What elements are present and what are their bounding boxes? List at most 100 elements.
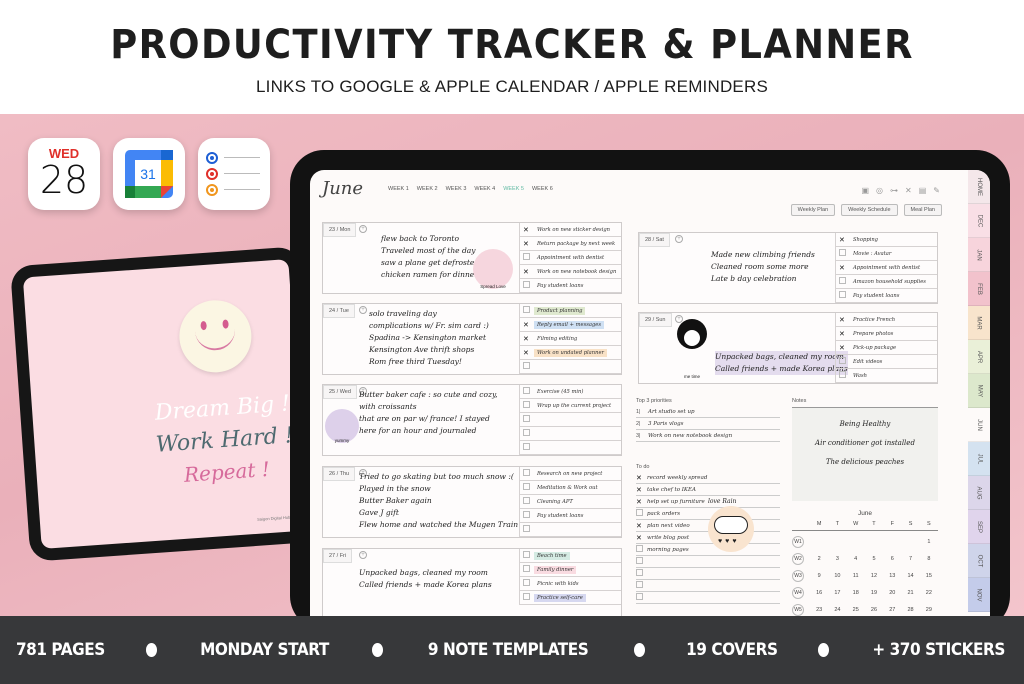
journal-entry[interactable]: Unpacked bags, cleaned my room Called fri… [359,567,492,591]
calendar-day[interactable]: 3 [828,556,846,565]
task-item[interactable] [519,441,621,455]
google-calendar-icon[interactable]: 31 [113,138,185,210]
tab-home[interactable]: HOME [968,170,990,204]
checked-x-icon[interactable]: ✕ [523,335,531,343]
calendar-day[interactable]: 21 [901,590,919,599]
checkbox-icon[interactable] [523,593,531,602]
calendar-day[interactable]: 1 [920,539,938,548]
week-tab[interactable]: WEEK 6 [532,186,553,192]
calendar-day[interactable]: 17 [828,590,846,599]
checkbox-icon[interactable] [839,357,847,366]
task-item[interactable]: ✕ Shopping [835,233,937,247]
journal-entry[interactable]: Unpacked bags, cleaned my room Called fri… [715,351,848,375]
task-item[interactable]: Research on new project [519,467,621,481]
calendar-day[interactable]: 23 [810,607,828,616]
tab-mar[interactable]: MAR [968,306,990,340]
calendar-day[interactable]: 7 [901,556,919,565]
task-item[interactable]: Amazon household supplies [835,275,937,289]
dumbbell-icon[interactable]: ⊶ [890,186,898,195]
checked-x-icon[interactable]: ✕ [636,522,644,530]
journal-entry[interactable]: flew back to Toronto Traveled most of the… [381,233,479,281]
todo-item[interactable]: morning pages [636,544,780,556]
calendar-check-icon[interactable]: ▣ [861,186,869,195]
todo-item[interactable]: pack orders [636,508,780,520]
calendar-day[interactable]: 2 [810,556,828,565]
checked-x-icon[interactable]: ✕ [523,268,531,276]
checkbox-icon[interactable] [839,371,847,380]
task-item[interactable]: Meditation & Work out [519,481,621,495]
weekly-plan-button[interactable]: Weekly Plan [790,204,836,216]
checkbox-icon[interactable] [523,579,531,588]
checkbox-icon[interactable] [523,565,531,574]
checked-x-icon[interactable]: ✕ [839,330,847,338]
checkbox-icon[interactable] [636,557,644,566]
checked-x-icon[interactable]: ✕ [523,226,531,234]
checkbox-icon[interactable] [636,593,644,602]
priority-item[interactable]: 1| Art studio set up [636,406,780,418]
task-item[interactable]: Pay student loans [519,279,621,293]
calendar-day[interactable]: 5 [865,556,883,565]
checkbox-icon[interactable] [839,249,847,258]
checkbox-icon[interactable] [523,306,531,315]
calendar-day[interactable]: 4 [847,556,865,565]
checkbox-icon[interactable] [523,483,531,492]
week-number-button[interactable]: W4 [792,587,804,599]
weekly-schedule-button[interactable]: Weekly Schedule [841,204,898,216]
todo-item[interactable]: ✕ take chef to IKEA [636,484,780,496]
task-item[interactable] [519,523,621,537]
calendar-day[interactable]: 12 [865,573,883,582]
priority-item[interactable]: 2| 3 Paris vlogs [636,418,780,430]
tab-apr[interactable]: APR [968,340,990,374]
calendar-day[interactable]: 28 [901,607,919,616]
todo-item[interactable]: ✕ record weekly spread [636,472,780,484]
task-item[interactable]: ✕ Work on new sticker design [519,223,621,237]
checkbox-icon[interactable] [636,509,644,518]
week-tab[interactable]: WEEK 2 [417,186,438,192]
checkbox-icon[interactable] [523,281,531,290]
task-item[interactable]: Practice self-care [519,591,621,605]
todo-item[interactable] [636,580,780,592]
notes-box[interactable]: Being Healthy Air conditioner got instal… [792,407,938,501]
pencil-icon[interactable]: ✎ [933,186,940,195]
calendar-day[interactable]: 9 [810,573,828,582]
week-tab[interactable]: WEEK 1 [388,186,409,192]
checkbox-icon[interactable] [523,551,531,560]
checkbox-icon[interactable] [523,429,531,438]
checkbox-icon[interactable] [523,387,531,396]
tab-aug[interactable]: AUG [968,476,990,510]
calendar-day[interactable]: 27 [883,607,901,616]
tab-dec[interactable]: DEC [968,204,990,238]
task-item[interactable]: ✕ Filming editing [519,332,621,346]
checkbox-icon[interactable] [523,362,531,371]
week-tab[interactable]: WEEK 3 [446,186,467,192]
calendar-day[interactable]: 16 [810,590,828,599]
tab-jan[interactable]: JAN [968,238,990,272]
tab-feb[interactable]: FEB [968,272,990,306]
checked-x-icon[interactable]: ✕ [523,321,531,329]
journal-entry[interactable]: Made new climbing friends Cleaned room so… [711,249,815,285]
checked-x-icon[interactable]: ✕ [636,534,644,542]
checkbox-icon[interactable] [523,511,531,520]
checked-x-icon[interactable]: ✕ [839,316,847,324]
calendar-day[interactable]: 10 [828,573,846,582]
add-entry-button[interactable]: + [675,235,683,243]
sticker[interactable]: Spread Love [473,249,513,289]
tab-nov[interactable]: NOV [968,578,990,612]
tab-sep[interactable]: SEP [968,510,990,544]
calendar-day[interactable]: 13 [883,573,901,582]
task-item[interactable]: Appointment with dentist [519,251,621,265]
checked-x-icon[interactable]: ✕ [636,498,644,506]
journal-entry[interactable]: Tried to go skating but too much snow :(… [359,471,518,531]
calendar-day[interactable]: 15 [920,573,938,582]
sticker[interactable]: yummy [325,409,359,443]
checked-x-icon[interactable]: ✕ [839,236,847,244]
checked-x-icon[interactable]: ✕ [523,240,531,248]
calendar-day[interactable]: 11 [847,573,865,582]
task-item[interactable]: ✕ Work on new notebook design [519,265,621,279]
checkbox-icon[interactable] [523,401,531,410]
add-entry-button[interactable]: + [359,551,367,559]
task-item[interactable] [519,360,621,374]
task-item[interactable]: Beach time [519,549,621,563]
calendar-day[interactable]: 29 [920,607,938,616]
target-icon[interactable]: ◎ [876,186,883,195]
